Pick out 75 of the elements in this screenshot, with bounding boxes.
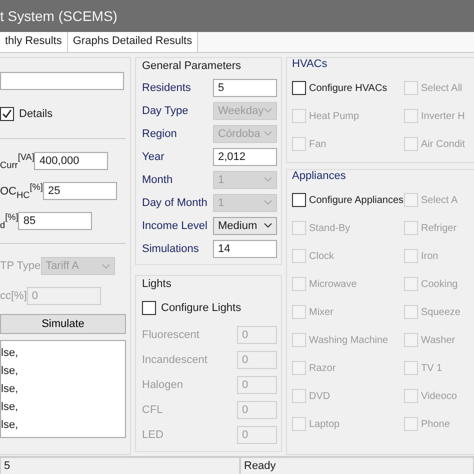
- checkbox-label: Videoco: [421, 390, 457, 402]
- status-text: 5: [0, 457, 240, 474]
- checkbox-label: Washer: [421, 334, 456, 346]
- field-label: Residents: [142, 82, 191, 94]
- field-label: Fluorescent: [142, 328, 200, 340]
- window-title: t System (SCEMS): [0, 8, 118, 24]
- output-line: lse,: [1, 383, 18, 395]
- checkbox-label: Select A: [421, 194, 458, 206]
- simulate-button[interactable]: Simulate: [0, 314, 126, 334]
- input-field[interactable]: 5: [213, 78, 277, 96]
- checkbox-label: Washing Machine: [309, 334, 388, 346]
- checkbox-label: Squeeze: [421, 306, 460, 318]
- field-label: Income Level: [142, 220, 208, 232]
- field-label: Incandescent: [142, 354, 208, 366]
- checkbox-label: Select All: [421, 82, 462, 94]
- checkbox-label: Air Condit: [421, 138, 465, 150]
- group-title: HVACs: [292, 58, 328, 70]
- caret-icon: [264, 223, 272, 228]
- checkbox-label: Inverter H: [421, 110, 465, 122]
- caret-icon: [264, 200, 272, 205]
- caret-icon: [264, 131, 272, 136]
- checkbox-label: Configure HVACs: [309, 82, 388, 94]
- field-label: Day Type: [142, 104, 188, 116]
- input-field[interactable]: 14: [213, 240, 277, 258]
- checkbox-label: TV 1: [421, 362, 442, 374]
- checkbox-label: Refriger: [421, 222, 457, 234]
- field-label: Day of Month: [142, 196, 208, 208]
- checkbox-label: Configure Lights: [161, 302, 242, 314]
- output-line: lse,: [1, 419, 18, 431]
- check-icon: [2, 109, 12, 119]
- input-field[interactable]: [0, 72, 124, 90]
- checkbox-label: Phone: [421, 418, 450, 430]
- input-field[interactable]: 85: [18, 212, 92, 230]
- checkbox-label: Microwave: [309, 278, 357, 290]
- caret-icon: [264, 108, 272, 113]
- checkbox-label: Razor: [309, 362, 336, 374]
- checkbox-label: Configure Appliances: [309, 194, 404, 206]
- tab[interactable]: Graphs Detailed Results: [68, 32, 198, 52]
- output-line: lse,: [1, 401, 18, 413]
- checkbox-label: Iron: [421, 250, 438, 262]
- output-line: lse,: [1, 365, 18, 377]
- caret-icon: [102, 264, 110, 268]
- group-title: General Parameters: [142, 60, 242, 72]
- field-label: cc[%]: [0, 290, 27, 302]
- field-label: CFL: [142, 404, 163, 416]
- field-label: Halogen: [142, 378, 183, 390]
- checkbox-label: Stand-By: [309, 222, 350, 234]
- output-line: lse,: [1, 347, 18, 359]
- checkbox[interactable]: [0, 107, 14, 121]
- input-field[interactable]: 400,000: [34, 152, 108, 170]
- checkbox[interactable]: [292, 81, 306, 95]
- group-title: Lights: [142, 278, 172, 290]
- dropdown[interactable]: Medium: [213, 216, 277, 234]
- checkbox[interactable]: [292, 193, 306, 207]
- field-label: Year: [142, 150, 164, 162]
- status-text: Ready: [240, 457, 474, 474]
- field-label: LED: [142, 428, 164, 440]
- checkbox-label: Mixer: [309, 306, 334, 318]
- input-field[interactable]: 25: [42, 182, 117, 200]
- field-label: Simulations: [142, 242, 199, 254]
- field-label: TP Type: [0, 260, 41, 272]
- checkbox-label: Laptop: [309, 418, 340, 430]
- group-title: Appliances: [292, 170, 346, 182]
- checkbox-label: Clock: [309, 250, 334, 262]
- checkbox-label: Fan: [309, 138, 326, 150]
- input-field[interactable]: 2,012: [213, 148, 277, 166]
- checkbox-label: Details: [19, 108, 53, 120]
- field-label: Month: [142, 174, 173, 186]
- checkbox-label: DVD: [309, 390, 330, 402]
- field-label: Region: [142, 128, 177, 140]
- checkbox[interactable]: [142, 301, 156, 315]
- checkbox-label: Heat Pump: [309, 110, 360, 122]
- tab[interactable]: thly Results: [0, 32, 68, 52]
- caret-icon: [264, 177, 272, 182]
- checkbox-label: Cooking: [421, 278, 458, 290]
